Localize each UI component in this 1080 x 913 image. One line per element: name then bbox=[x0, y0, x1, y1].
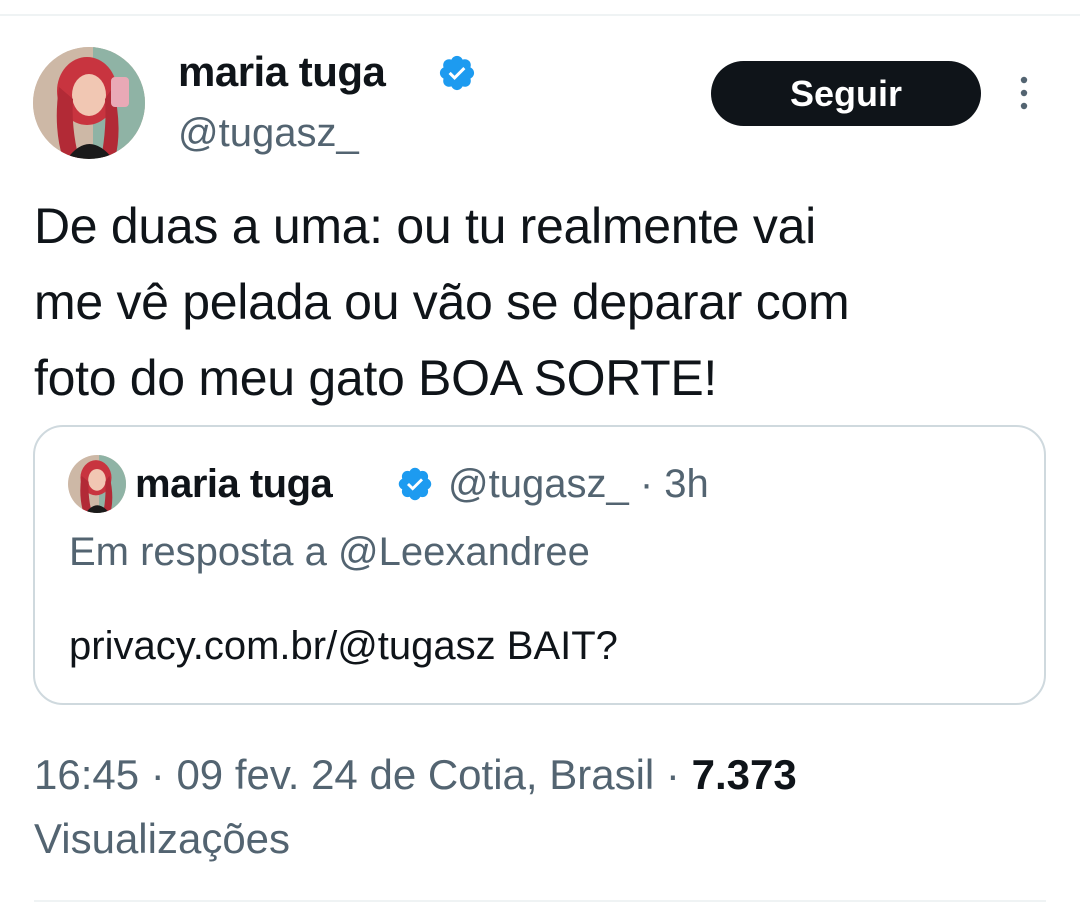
separator: · bbox=[654, 751, 692, 798]
views-count: 7.373 bbox=[691, 751, 797, 798]
follow-button[interactable]: Seguir bbox=[711, 61, 981, 126]
quoted-tweet-text: privacy.com.br/@tugasz BAIT? bbox=[69, 624, 618, 668]
views-label: Visualizações bbox=[34, 815, 291, 862]
quoted-author-handle: @tugasz_ bbox=[448, 462, 629, 506]
more-vertical-icon[interactable] bbox=[1014, 74, 1034, 114]
author-avatar[interactable] bbox=[33, 47, 145, 159]
tweet-text: De duas a uma: ou tu realmente vai me vê… bbox=[34, 198, 850, 406]
author-display-name[interactable]: maria tuga bbox=[178, 46, 386, 98]
quoted-author-display-name: maria tuga bbox=[135, 462, 333, 506]
author-handle[interactable]: @tugasz_ bbox=[178, 108, 359, 158]
top-divider bbox=[0, 14, 1080, 16]
tweet-meta: 16:45 · 09 fev. 24 de Cotia, Brasil · 7.… bbox=[34, 748, 797, 802]
separator: · bbox=[628, 462, 665, 506]
separator: · bbox=[139, 751, 177, 798]
quoted-verified-badge-icon bbox=[398, 467, 432, 501]
bottom-divider bbox=[34, 900, 1046, 902]
tweet-time[interactable]: 16:45 bbox=[34, 751, 139, 798]
tweet-location: de Cotia, Brasil bbox=[369, 751, 655, 798]
quoted-reply-context: Em resposta a @Leexandree bbox=[69, 530, 590, 574]
quoted-tweet-card[interactable]: maria tuga @tugasz_ · 3h Em resposta a @… bbox=[33, 425, 1046, 705]
quoted-tweet-time: 3h bbox=[664, 462, 709, 506]
quoted-handle-time: @tugasz_ · 3h bbox=[448, 459, 709, 509]
verified-badge-icon bbox=[439, 55, 475, 91]
quoted-author-avatar bbox=[68, 455, 126, 513]
tweet-date[interactable]: 09 fev. 24 bbox=[176, 751, 357, 798]
